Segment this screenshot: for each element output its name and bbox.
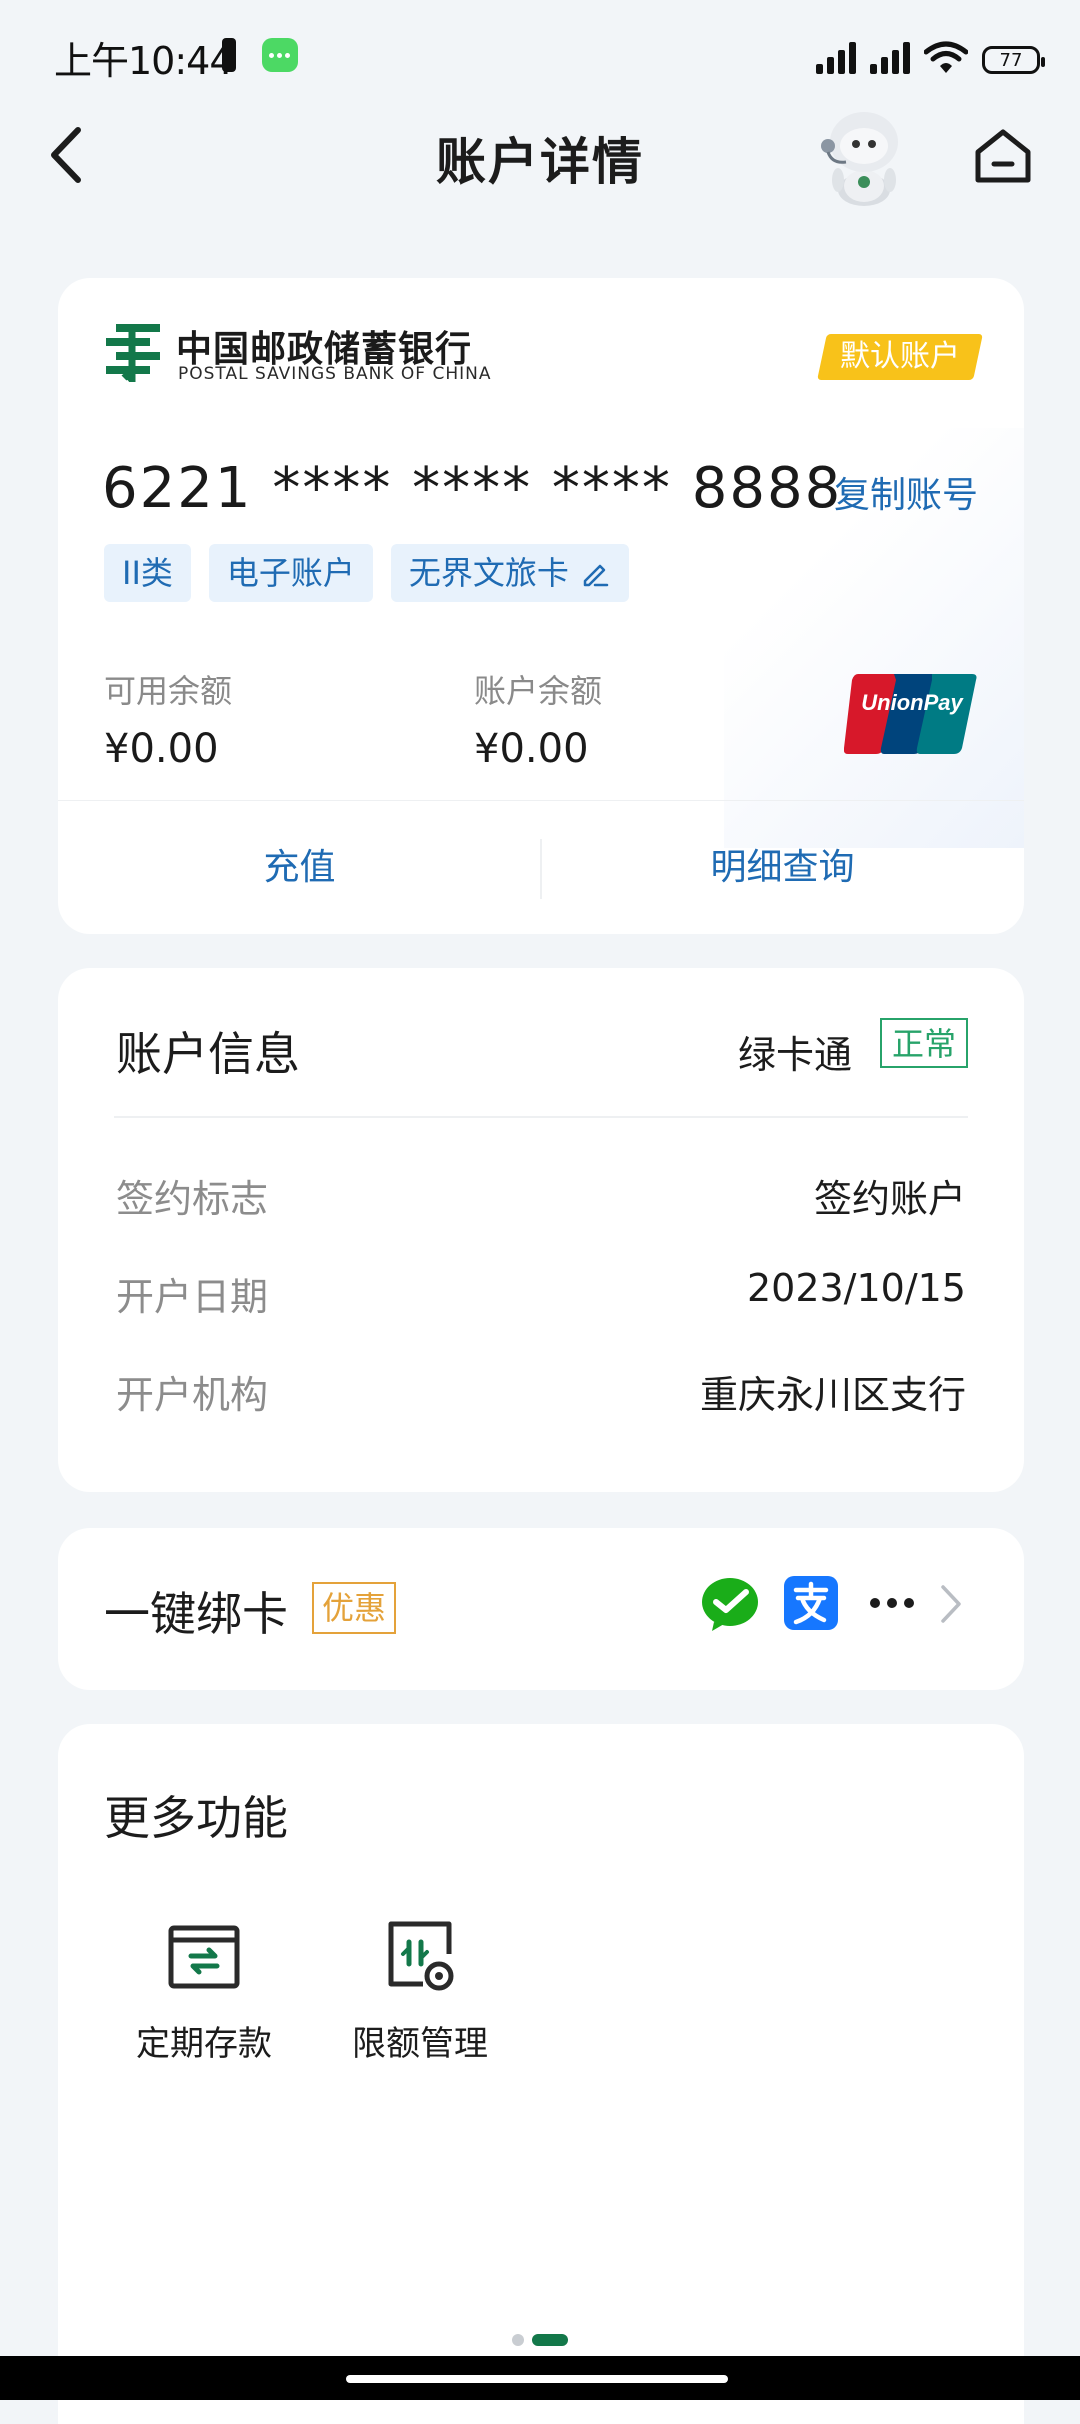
more-functions-title: 更多功能 — [104, 1791, 288, 1845]
psbc-logo-icon — [106, 324, 160, 382]
tag-card-name[interactable]: 无界文旅卡 — [390, 544, 629, 602]
assistant-mascot-icon[interactable] — [816, 104, 912, 208]
status-time: 上午10:44 — [54, 39, 234, 83]
sign-status-value: 签约账户 — [813, 1177, 966, 1221]
limit-management-label: 限额管理 — [352, 2024, 488, 2064]
opening-branch-value: 重庆永川区支行 — [699, 1373, 966, 1417]
bank-name-english: POSTAL SAVINGS BANK OF CHINA — [178, 364, 492, 384]
tag-account-class: II类 — [104, 544, 191, 602]
limit-management-button[interactable]: 限额管理 — [320, 1918, 520, 2065]
wechat-pay-icon — [702, 1578, 758, 1631]
status-bar: 上午10:44 77 — [0, 0, 1080, 110]
more-functions-card: 更多功能 定期存款 限额管理 — [58, 1724, 1024, 2424]
battery-icon: 77 — [982, 46, 1045, 74]
limit-management-icon — [388, 1921, 454, 1991]
unionpay-logo-icon: UnionPay — [844, 674, 977, 754]
wifi-icon — [924, 41, 968, 73]
open-date-label: 开户日期 — [116, 1275, 269, 1319]
one-click-bind-card[interactable]: 一键绑卡 优惠 — [58, 1528, 1024, 1690]
signal-icon — [816, 40, 856, 74]
open-date-value: 2023/10/15 — [746, 1266, 966, 1310]
fixed-deposit-icon — [168, 1925, 240, 1989]
account-info-card: 账户信息 绿卡通 正常 签约标志 签约账户 开户日期 2023/10/15 开户… — [58, 968, 1024, 1492]
opening-branch-label: 开户机构 — [116, 1373, 269, 1417]
more-options-icon — [870, 1598, 914, 1608]
page-title: 账户详情 — [436, 133, 644, 191]
status-indicators: 77 — [816, 34, 1045, 74]
available-balance-value: ¥0.00 — [104, 726, 219, 772]
promo-badge: 优惠 — [312, 1582, 397, 1634]
fixed-deposit-button[interactable]: 定期存款 — [104, 1918, 304, 2065]
transaction-details-button[interactable]: 明细查询 — [541, 801, 1024, 934]
home-indicator[interactable] — [346, 2375, 728, 2383]
default-account-badge: 默认账户 — [817, 334, 983, 380]
status-badge: 正常 — [879, 1018, 968, 1068]
bind-card-title: 一键绑卡 — [104, 1587, 288, 1641]
tag-electronic-account: 电子账户 — [208, 544, 373, 602]
copy-account-button[interactable]: 复制账号 — [834, 466, 978, 518]
card-type: 绿卡通 — [737, 1033, 852, 1077]
account-info-title: 账户信息 — [116, 1027, 300, 1081]
account-tags: II类 电子账户 无界文旅卡 — [104, 544, 629, 602]
home-icon[interactable] — [972, 126, 1034, 186]
card-number: 6221 **** **** **** 8888 — [102, 456, 843, 521]
available-balance-label: 可用余额 — [104, 672, 233, 710]
edit-icon[interactable] — [579, 557, 611, 589]
account-actions: 充值 明细查询 — [58, 800, 1024, 934]
page-dot-active — [532, 2334, 568, 2346]
battery-level: 77 — [999, 49, 1023, 71]
chevron-right-icon[interactable] — [938, 1582, 964, 1626]
account-balance-value: ¥0.00 — [474, 726, 589, 772]
message-notification-icon — [262, 38, 298, 72]
account-balance-label: 账户余额 — [474, 672, 603, 710]
account-card: 中国邮政储蓄银行 POSTAL SAVINGS BANK OF CHINA 默认… — [58, 278, 1024, 934]
alipay-icon — [784, 1576, 838, 1630]
svg-text:UnionPay: UnionPay — [861, 690, 964, 715]
signal-icon-2 — [870, 40, 910, 74]
sign-status-label: 签约标志 — [116, 1177, 269, 1221]
recharge-button[interactable]: 充值 — [58, 801, 541, 934]
page-indicator — [512, 2334, 568, 2346]
phone-notification-icon — [222, 38, 236, 72]
fixed-deposit-label: 定期存款 — [136, 2024, 272, 2064]
page-dot — [512, 2334, 524, 2346]
